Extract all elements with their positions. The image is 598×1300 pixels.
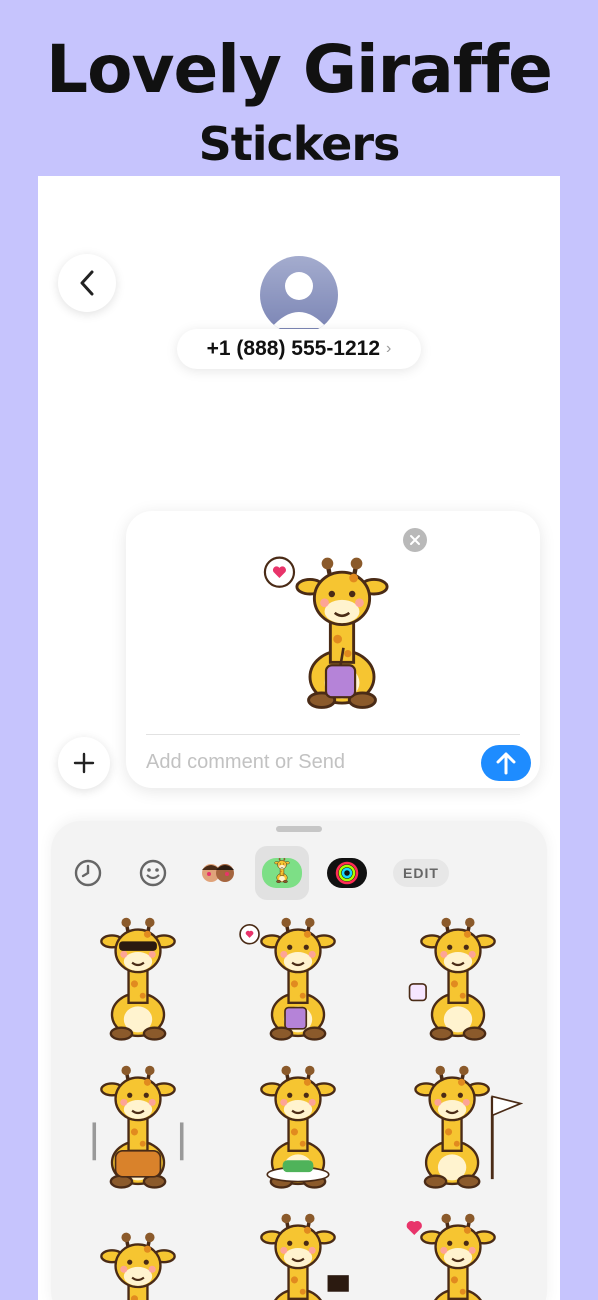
compose-box: Add comment or Send	[126, 511, 540, 788]
sticker-drawer: EDIT	[51, 821, 547, 1300]
emoji-app[interactable]	[129, 849, 177, 897]
sticker-giraffe-coffee[interactable]	[393, 913, 523, 1043]
giraffe-app-icon	[262, 858, 302, 888]
clock-icon	[74, 859, 102, 887]
sticker-preview	[263, 531, 422, 721]
promo-title: Lovely Giraffe	[46, 31, 553, 108]
contact-info-pill[interactable]: +1 (888) 555-1212 ›	[177, 329, 421, 369]
compose-divider	[146, 734, 520, 735]
sticker-giraffe-heart[interactable]	[393, 1209, 523, 1300]
sticker-giraffe-boba[interactable]	[233, 913, 363, 1043]
sticker-grid	[51, 913, 547, 1300]
activity-app[interactable]	[323, 849, 371, 897]
memoji-app[interactable]	[194, 849, 242, 897]
phone-number: +1 (888) 555-1212	[206, 337, 381, 360]
app-strip: EDIT	[51, 845, 547, 901]
drawer-grabber[interactable]	[276, 826, 322, 832]
sticker-giraffe-pancakes[interactable]	[73, 1061, 203, 1191]
chevron-left-icon	[80, 270, 94, 296]
back-button[interactable]	[58, 254, 116, 312]
chevron-right-icon: ›	[386, 340, 392, 357]
memoji-icon	[202, 864, 234, 882]
sticker-giraffe-flag[interactable]	[393, 1061, 523, 1191]
remove-sticker-button[interactable]	[403, 528, 427, 552]
person-icon	[271, 272, 327, 328]
sticker-giraffe-dinner[interactable]	[233, 1061, 363, 1191]
send-button[interactable]	[481, 745, 531, 781]
apps-plus-button[interactable]	[58, 737, 110, 789]
edit-apps-button[interactable]: EDIT	[393, 859, 449, 887]
smiley-icon	[139, 859, 167, 887]
promo-subtitle: Stickers	[198, 117, 401, 171]
comment-input[interactable]: Add comment or Send	[146, 747, 456, 777]
close-icon	[410, 535, 420, 545]
sticker-giraffe-magician[interactable]	[233, 1209, 363, 1300]
contact-avatar[interactable]	[260, 256, 338, 334]
giraffe-sticker-app[interactable]	[255, 846, 309, 900]
sticker-giraffe-lying[interactable]	[73, 1209, 203, 1300]
activity-rings-icon	[327, 858, 367, 888]
phone-screen: +1 (888) 555-1212 › Add comment or Send	[38, 176, 560, 1300]
arrow-up-icon	[496, 752, 516, 775]
recents-app[interactable]	[64, 849, 112, 897]
sticker-giraffe-sunglasses[interactable]	[73, 913, 203, 1043]
plus-icon	[73, 752, 95, 774]
